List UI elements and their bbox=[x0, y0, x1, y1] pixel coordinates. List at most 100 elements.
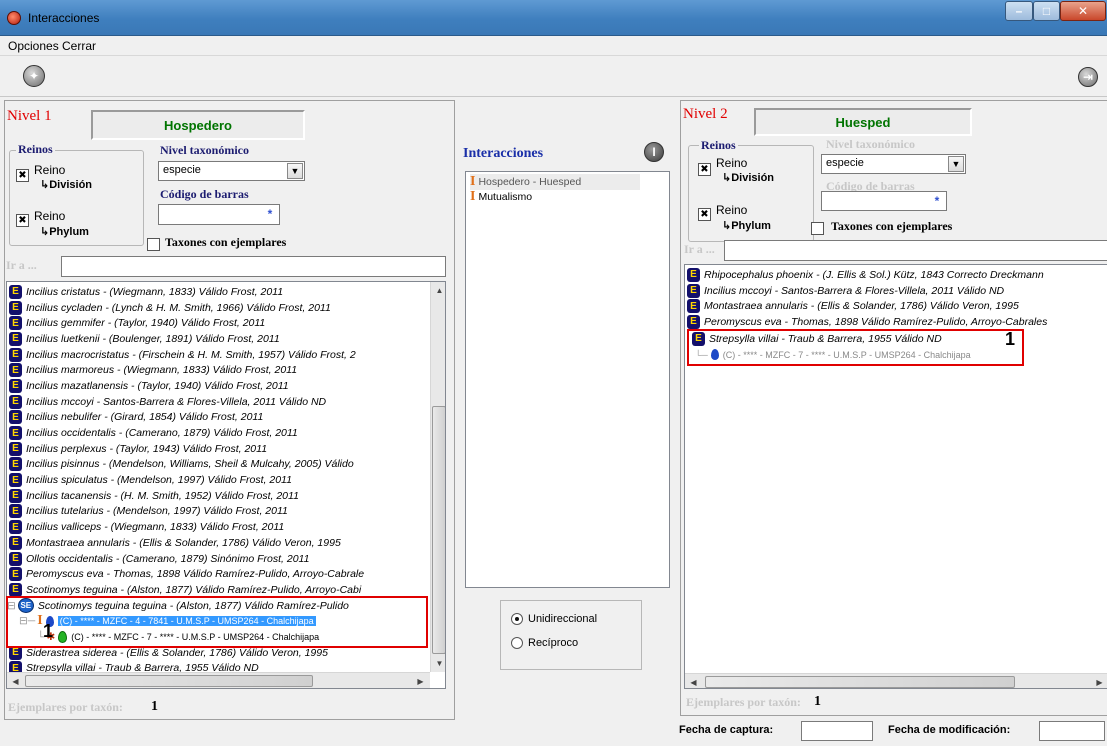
interaccion-item-hospedero[interactable]: I Hospedero - Huesped bbox=[470, 174, 640, 190]
scroll-up-icon[interactable]: ▲ bbox=[431, 282, 445, 299]
taxon-row[interactable]: E Incilius cristatus - (Wiegmann, 1833) V… bbox=[7, 284, 429, 300]
navigate-icon[interactable]: ✦ bbox=[23, 65, 45, 87]
right-reinos-title: Reinos bbox=[699, 138, 738, 153]
right-taxones-ejemplares-label: Taxones con ejemplares bbox=[831, 219, 953, 233]
reino-division-checkbox[interactable]: ✖ bbox=[16, 169, 29, 182]
right-reino-division-checkbox[interactable]: ✖ bbox=[698, 163, 711, 176]
taxon-row[interactable]: E Incilius mccoyi - Santos-Barrera & Flor… bbox=[685, 283, 1107, 299]
hscroll-thumb[interactable] bbox=[25, 675, 313, 687]
e-taxon-icon: E bbox=[9, 426, 22, 441]
right-codigo-barras-input[interactable]: * bbox=[821, 191, 947, 211]
e-taxon-icon: E bbox=[9, 535, 22, 550]
taxon-row[interactable]: E Peromyscus eva - Thomas, 1898 Válido Ra… bbox=[685, 314, 1107, 330]
taxon-row[interactable]: E Peromyscus eva - Thomas, 1898 Válido Ra… bbox=[7, 566, 429, 582]
list-item-text: Siderastrea siderea - (Ellis & Solander,… bbox=[26, 646, 328, 659]
e-taxon-icon: E bbox=[9, 473, 22, 488]
hospedero-label: Hospedero bbox=[91, 110, 305, 140]
left-horizontal-scrollbar[interactable]: ◀ ▶ bbox=[7, 672, 430, 688]
taxon-row[interactable]: E Incilius nebulifer - (Girard, 1854) Vál… bbox=[7, 410, 429, 426]
fecha-modificacion-input[interactable] bbox=[1039, 721, 1105, 741]
taxon-row[interactable]: E Incilius spiculatus - (Mendelson, 1997)… bbox=[7, 472, 429, 488]
hscroll-thumb[interactable] bbox=[705, 676, 1015, 688]
e-taxon-icon: E bbox=[9, 347, 22, 362]
e-taxon-icon: E bbox=[687, 314, 700, 329]
scroll-left-icon[interactable]: ◀ bbox=[7, 673, 24, 688]
right-panel: Nivel 2 Huesped Reinos ✖ Reino ↳División… bbox=[680, 100, 1107, 716]
scroll-right-icon[interactable]: ▶ bbox=[1091, 674, 1107, 688]
minimize-button[interactable]: – bbox=[1005, 1, 1033, 21]
scroll-thumb[interactable] bbox=[432, 406, 445, 654]
taxon-row[interactable]: E Incilius tacanensis - (H. M. Smith, 195… bbox=[7, 488, 429, 504]
chevron-down-icon[interactable]: ▼ bbox=[287, 163, 303, 179]
taxon-row[interactable]: E Ollotis occidentalis - (Camerano, 1879)… bbox=[7, 551, 429, 567]
left-vertical-scrollbar[interactable]: ▲ ▼ bbox=[430, 282, 445, 672]
taxon-row[interactable]: E Incilius mazatlanensis - (Taylor, 1940)… bbox=[7, 378, 429, 394]
e-taxon-icon: E bbox=[9, 520, 22, 535]
exit-icon[interactable]: ⇥ bbox=[1078, 67, 1098, 87]
nivel-taxonomico-select[interactable]: especie ▼ bbox=[158, 161, 305, 181]
taxon-row[interactable]: E Montastraea annularis - (Ellis & Soland… bbox=[685, 298, 1107, 314]
e-taxon-icon: E bbox=[9, 331, 22, 346]
interacciones-list[interactable]: I Hospedero - Huesped I Mutualismo bbox=[465, 171, 670, 588]
codigo-barras-input[interactable]: * bbox=[158, 204, 280, 225]
taxon-row[interactable]: E Incilius valliceps - (Wiegmann, 1833) V… bbox=[7, 519, 429, 535]
interaccion-item-mutualismo[interactable]: I Mutualismo bbox=[470, 189, 532, 205]
taxon-row[interactable]: E Incilius marmoreus - (Wiegmann, 1833) V… bbox=[7, 362, 429, 378]
radio-reciproco-indicator[interactable] bbox=[511, 637, 523, 649]
e-taxon-icon: E bbox=[9, 316, 22, 331]
ejemplares-label: Ejemplares por taxón: bbox=[8, 700, 123, 714]
taxon-row[interactable]: E Rhipocephalus phoenix - (J. Ellis & Sol… bbox=[685, 267, 1107, 283]
close-window-button[interactable]: ✕ bbox=[1060, 1, 1106, 21]
star-search-icon[interactable]: * bbox=[263, 207, 277, 221]
taxon-row[interactable]: E Incilius tutelarius - (Mendelson, 1997)… bbox=[7, 504, 429, 520]
menu-cerrar[interactable]: Cerrar bbox=[62, 39, 96, 53]
scroll-right-icon[interactable]: ▶ bbox=[412, 673, 429, 688]
taxon-row[interactable]: E Incilius occidentalis - (Camerano, 1879… bbox=[7, 425, 429, 441]
taxon-row[interactable]: E Incilius mccoyi - Santos-Barrera & Flor… bbox=[7, 394, 429, 410]
right-nivel-taxonomico-select[interactable]: especie ▼ bbox=[821, 154, 966, 174]
right-highlight-row[interactable]: E Strepsylla villai - Traub & Barrera, 1… bbox=[690, 331, 942, 347]
right-taxon-list[interactable]: E Rhipocephalus phoenix - (J. Ellis & Sol… bbox=[684, 264, 1107, 689]
list-item-text: Incilius cycladen - (Lynch & H. M. Smith… bbox=[26, 301, 331, 314]
reino-phylum-checkbox[interactable]: ✖ bbox=[16, 214, 29, 227]
ir-a-input[interactable] bbox=[61, 256, 446, 277]
list-item-text: Montastraea annularis - (Ellis & Solande… bbox=[26, 536, 341, 549]
scroll-left-icon[interactable]: ◀ bbox=[685, 674, 702, 688]
radio-reciproco[interactable]: Recíproco bbox=[511, 637, 578, 649]
reinos-group: Reinos ✖ Reino ↳División ✖ Reino ↳Phylum bbox=[9, 142, 144, 246]
right-taxones-ejemplares-checkbox[interactable] bbox=[811, 222, 824, 235]
right-horizontal-scrollbar[interactable]: ◀ ▶ bbox=[685, 673, 1107, 688]
huesped-label: Huesped bbox=[754, 108, 972, 136]
menu-opciones[interactable]: Opciones bbox=[8, 39, 59, 53]
star-search-icon[interactable]: * bbox=[930, 194, 944, 208]
right-ir-a-input[interactable] bbox=[724, 240, 1107, 261]
right-reino-phylum-checkbox[interactable]: ✖ bbox=[698, 208, 711, 221]
right-specimen-row[interactable]: └─ (C) - **** - MZFC - 7 - **** - U.M.S.… bbox=[695, 347, 971, 363]
e-taxon-icon: E bbox=[692, 331, 705, 346]
e-taxon-icon: E bbox=[9, 363, 22, 378]
taxon-row[interactable]: E Incilius luetkenii - (Boulenger, 1891) … bbox=[7, 331, 429, 347]
taxon-row[interactable]: E Incilius pisinnus - (Mendelson, William… bbox=[7, 457, 429, 473]
taxon-row[interactable]: E Incilius cycladen - (Lynch & H. M. Smit… bbox=[7, 300, 429, 316]
taxon-row[interactable]: E Incilius macrocristatus - (Firschein & … bbox=[7, 347, 429, 363]
ibeam-icon: I bbox=[470, 173, 476, 189]
right-nivel-taxonomico-label: Nivel taxonómico bbox=[824, 137, 917, 152]
taxon-row[interactable]: E Incilius gemmifer - (Taylor, 1940) Váli… bbox=[7, 315, 429, 331]
maximize-button[interactable]: □ bbox=[1033, 1, 1060, 21]
list-item-text: Scotinomys teguina - (Alston, 1877) Váli… bbox=[26, 583, 362, 596]
water-drop-icon bbox=[710, 349, 719, 361]
taxon-row[interactable]: E Incilius perplexus - (Taylor, 1943) Vál… bbox=[7, 441, 429, 457]
taxones-ejemplares-checkbox[interactable] bbox=[147, 238, 160, 251]
radio-unidireccional[interactable]: Unidireccional bbox=[511, 613, 597, 625]
scroll-down-icon[interactable]: ▼ bbox=[431, 655, 445, 672]
chevron-down-icon[interactable]: ▼ bbox=[948, 156, 964, 172]
fecha-captura-input[interactable] bbox=[801, 721, 873, 741]
ibeam-round-icon[interactable]: I bbox=[644, 142, 664, 162]
radio-unidireccional-indicator[interactable] bbox=[511, 613, 523, 625]
left-selection-highlight bbox=[6, 596, 428, 648]
e-taxon-icon: E bbox=[687, 267, 700, 282]
taxones-ejemplares-label: Taxones con ejemplares bbox=[165, 235, 287, 249]
taxon-row[interactable]: E Montastraea annularis - (Ellis & Soland… bbox=[7, 535, 429, 551]
ir-a-label: Ir a ... bbox=[6, 258, 37, 272]
nivel1-label: Nivel 1 bbox=[7, 108, 52, 124]
